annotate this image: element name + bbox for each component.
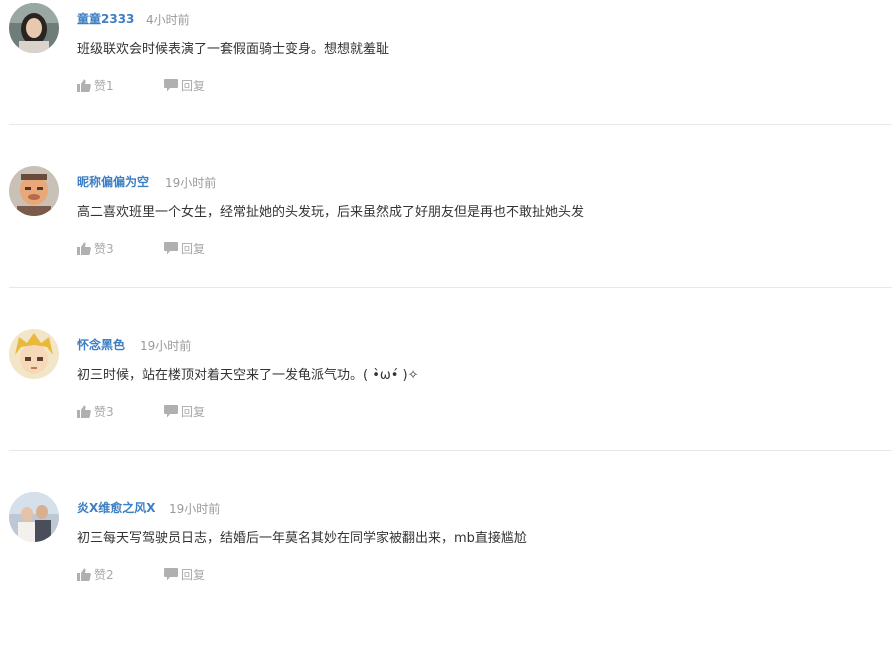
- timestamp: 19小时前: [169, 502, 221, 516]
- like-count: 赞1: [94, 78, 114, 93]
- reply-button[interactable]: 回复: [164, 77, 205, 93]
- like-count: 赞2: [94, 567, 114, 582]
- user-avatar[interactable]: [9, 492, 59, 542]
- thumbs-up-icon: [77, 568, 91, 581]
- avatar-cartoon-old-man-icon: [9, 166, 59, 216]
- user-avatar[interactable]: [9, 166, 59, 216]
- comment-item: 怀念黑色 19小时前 初三时候，站在楼顶对着天空来了一发龟派气功。( •̀ω•́…: [0, 326, 892, 489]
- thumbs-up-icon: [77, 405, 91, 418]
- comment-bubble-icon: [164, 404, 178, 417]
- timestamp: 4小时前: [146, 13, 190, 27]
- timestamp: 19小时前: [140, 339, 192, 353]
- comment-text: 班级联欢会时候表演了一套假面骑士变身。想想就羞耻: [77, 42, 390, 57]
- reply-button[interactable]: 回复: [164, 403, 205, 419]
- divider: [9, 124, 892, 125]
- username[interactable]: 炎X维愈之风X: [77, 499, 156, 516]
- avatar-anime-blonde-boy-icon: [9, 329, 59, 379]
- username[interactable]: 昵称偏偏为空: [77, 173, 149, 190]
- avatar-girl-photo-icon: [9, 3, 59, 53]
- divider: [9, 450, 892, 451]
- comment-text: 高二喜欢班里一个女生，经常扯她的头发玩，后来虽然成了好朋友但是再也不敢扯她头发: [77, 205, 585, 220]
- comment-bubble-icon: [164, 567, 178, 580]
- reply-label: 回复: [181, 404, 206, 419]
- reply-button[interactable]: 回复: [164, 240, 205, 256]
- like-count: 赞3: [94, 241, 114, 256]
- comment-text: 初三时候，站在楼顶对着天空来了一发龟派气功。( •̀ω•́ )✧: [77, 368, 419, 383]
- user-avatar[interactable]: [9, 3, 59, 53]
- divider: [9, 287, 892, 288]
- thumbs-up-icon: [77, 79, 91, 92]
- comment-item: 昵称偏偏为空 19小时前 高二喜欢班里一个女生，经常扯她的头发玩，后来虽然成了好…: [0, 163, 892, 326]
- username[interactable]: 怀念黑色: [77, 336, 125, 353]
- comment-item: 炎X维愈之风X 19小时前 初三每天写驾驶员日志，结婚后一年莫名其妙在同学家被翻…: [0, 489, 892, 652]
- reply-label: 回复: [181, 241, 206, 256]
- like-button[interactable]: 赞3: [77, 403, 114, 419]
- comment-bubble-icon: [164, 78, 178, 91]
- reply-label: 回复: [181, 78, 206, 93]
- avatar-couple-photo-icon: [9, 492, 59, 542]
- reply-button[interactable]: 回复: [164, 566, 205, 582]
- comment-item: 童童2333 4小时前 班级联欢会时候表演了一套假面骑士变身。想想就羞耻 赞1 …: [0, 0, 892, 163]
- user-avatar[interactable]: [9, 329, 59, 379]
- like-button[interactable]: 赞3: [77, 240, 114, 256]
- like-button[interactable]: 赞1: [77, 77, 114, 93]
- reply-label: 回复: [181, 567, 206, 582]
- like-button[interactable]: 赞2: [77, 566, 114, 582]
- timestamp: 19小时前: [165, 176, 217, 190]
- thumbs-up-icon: [77, 242, 91, 255]
- like-count: 赞3: [94, 404, 114, 419]
- comment-text: 初三每天写驾驶员日志，结婚后一年莫名其妙在同学家被翻出来，mb直接尴尬: [77, 531, 527, 546]
- username[interactable]: 童童2333: [77, 10, 134, 27]
- comment-bubble-icon: [164, 241, 178, 254]
